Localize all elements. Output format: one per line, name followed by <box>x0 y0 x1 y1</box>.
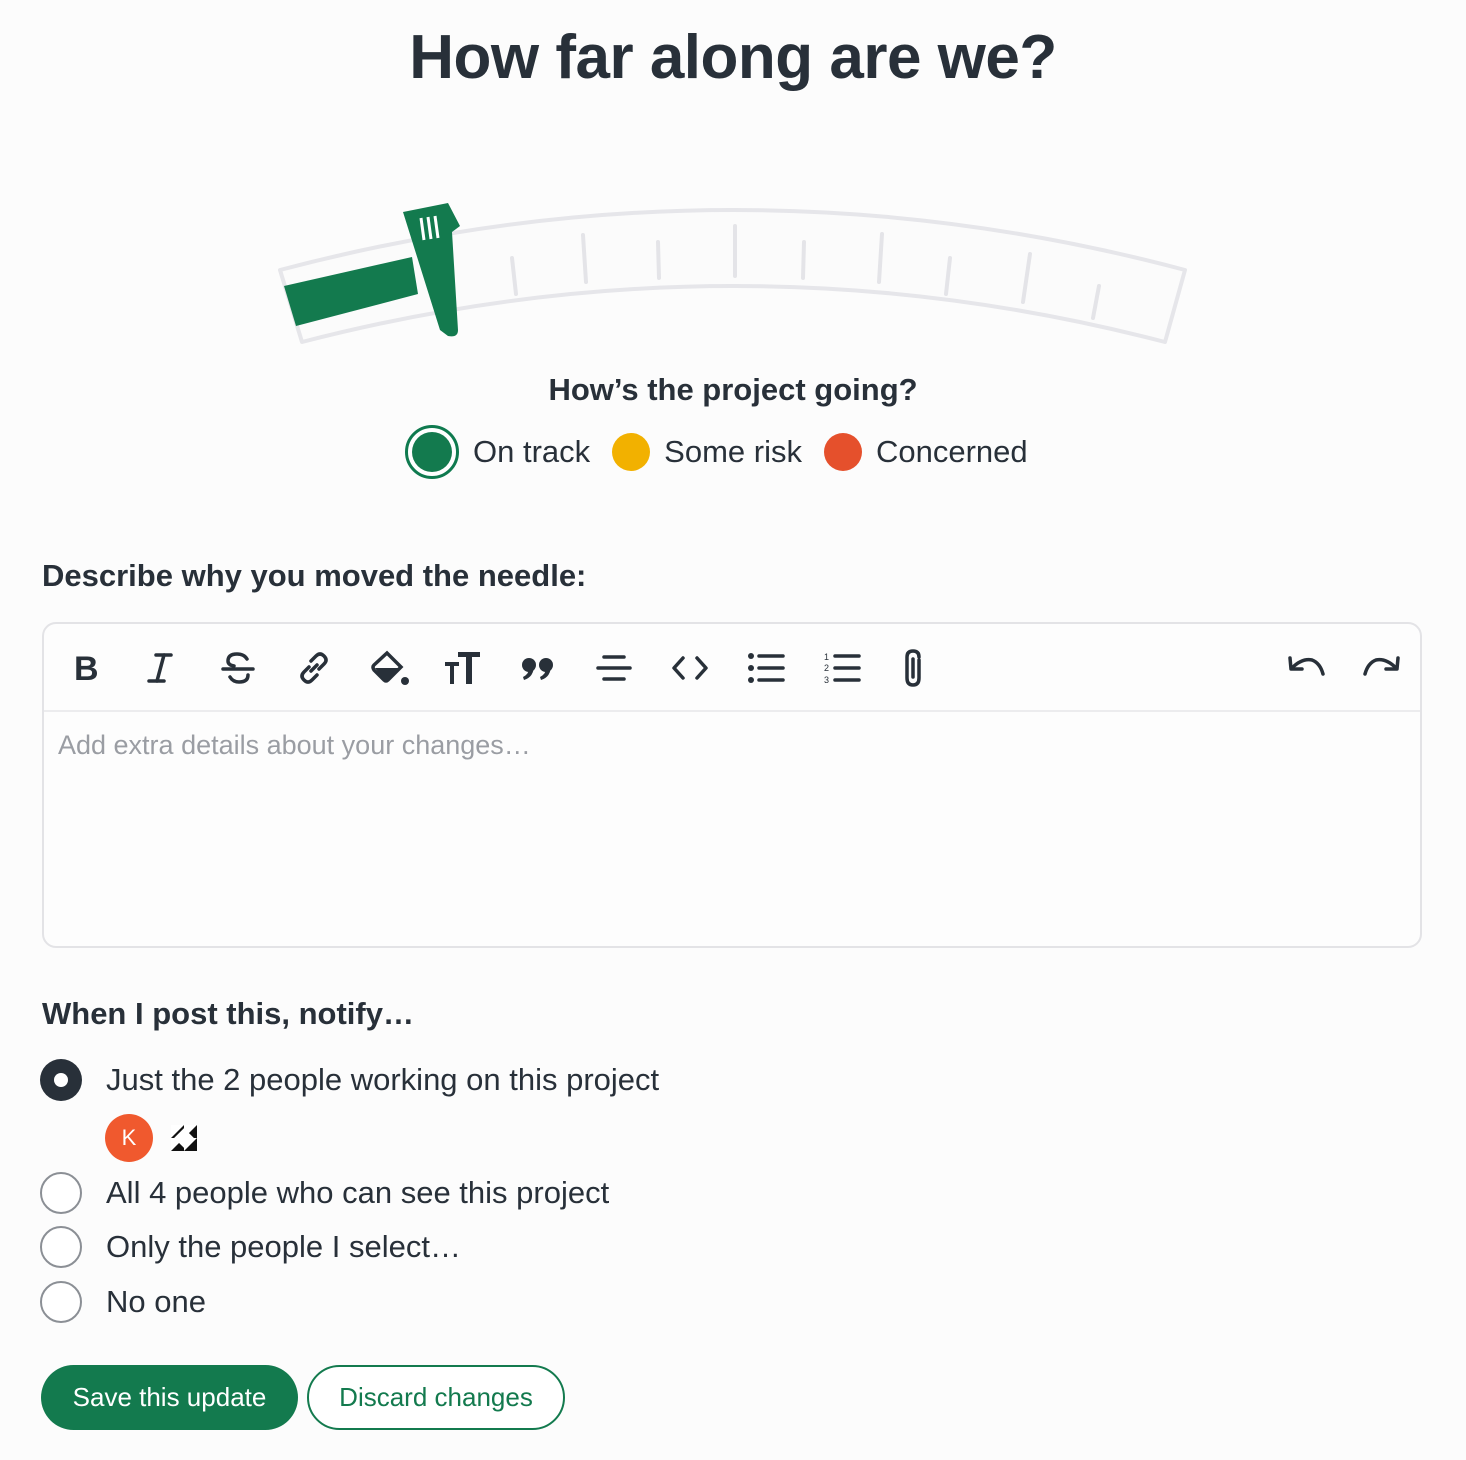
notify-option-none[interactable]: No one <box>40 1281 206 1323</box>
notify-option-working[interactable]: Just the 2 people working on this projec… <box>40 1059 659 1101</box>
highlight-icon[interactable] <box>368 646 412 690</box>
editor-input[interactable]: Add extra details about your changes… <box>58 730 531 761</box>
progress-gauge[interactable] <box>270 190 1200 360</box>
radio-button[interactable] <box>40 1281 82 1323</box>
status-question: How’s the project going? <box>548 372 918 407</box>
radio-label: Only the people I select… <box>106 1229 461 1264</box>
strikethrough-icon[interactable] <box>216 646 260 690</box>
radio-button[interactable] <box>40 1172 82 1214</box>
status-some-risk[interactable]: Some risk <box>612 433 824 471</box>
link-icon[interactable] <box>292 646 336 690</box>
align-center-icon[interactable] <box>592 646 636 690</box>
svg-text:2: 2 <box>824 663 829 673</box>
avatar-group: K <box>105 1114 199 1162</box>
bold-icon[interactable]: B <box>64 646 108 690</box>
status-label: Concerned <box>875 434 1028 469</box>
avatar: K <box>105 1114 153 1162</box>
code-icon[interactable] <box>668 646 712 690</box>
svg-text:3: 3 <box>824 675 829 685</box>
numbered-list-icon[interactable]: 12 3 <box>820 646 864 690</box>
status-concerned[interactable]: Concerned <box>823 433 1050 471</box>
text-size-icon[interactable] <box>440 646 484 690</box>
svg-text:1: 1 <box>824 652 829 662</box>
discard-button[interactable]: Discard changes <box>307 1365 565 1430</box>
avatar-pattern-icon <box>171 1125 197 1151</box>
redo-icon[interactable] <box>1360 646 1404 690</box>
status-options: On track Some risk Concerned <box>405 424 1050 480</box>
radio-label: All 4 people who can see this project <box>106 1175 610 1210</box>
svg-text:B: B <box>74 651 99 685</box>
status-dot-yellow[interactable] <box>612 433 651 471</box>
notify-option-select[interactable]: Only the people I select… <box>40 1226 461 1268</box>
save-button[interactable]: Save this update <box>41 1365 298 1430</box>
page-title: How far along are we? <box>409 23 1057 92</box>
radio-label: No one <box>106 1284 206 1319</box>
notify-label: When I post this, notify… <box>42 996 414 1031</box>
quote-icon[interactable] <box>516 646 560 690</box>
status-on-track[interactable]: On track <box>405 425 612 479</box>
rich-text-editor: B 12 3 Add extra details about your chang… <box>42 622 1422 948</box>
undo-icon[interactable] <box>1284 646 1328 690</box>
status-label: On track <box>473 434 591 469</box>
status-dot-green[interactable] <box>405 425 459 479</box>
bullet-list-icon[interactable] <box>744 646 788 690</box>
radio-button[interactable] <box>40 1059 82 1101</box>
status-dot-red[interactable] <box>823 433 862 471</box>
italic-icon[interactable] <box>138 646 182 690</box>
editor-toolbar: B 12 3 <box>44 624 1420 712</box>
notify-option-all[interactable]: All 4 people who can see this project <box>40 1172 609 1214</box>
status-label: Some risk <box>664 434 802 469</box>
attachment-icon[interactable] <box>892 646 936 690</box>
radio-label: Just the 2 people working on this projec… <box>106 1062 660 1097</box>
description-label: Describe why you moved the needle: <box>42 558 587 593</box>
radio-button[interactable] <box>40 1226 82 1268</box>
